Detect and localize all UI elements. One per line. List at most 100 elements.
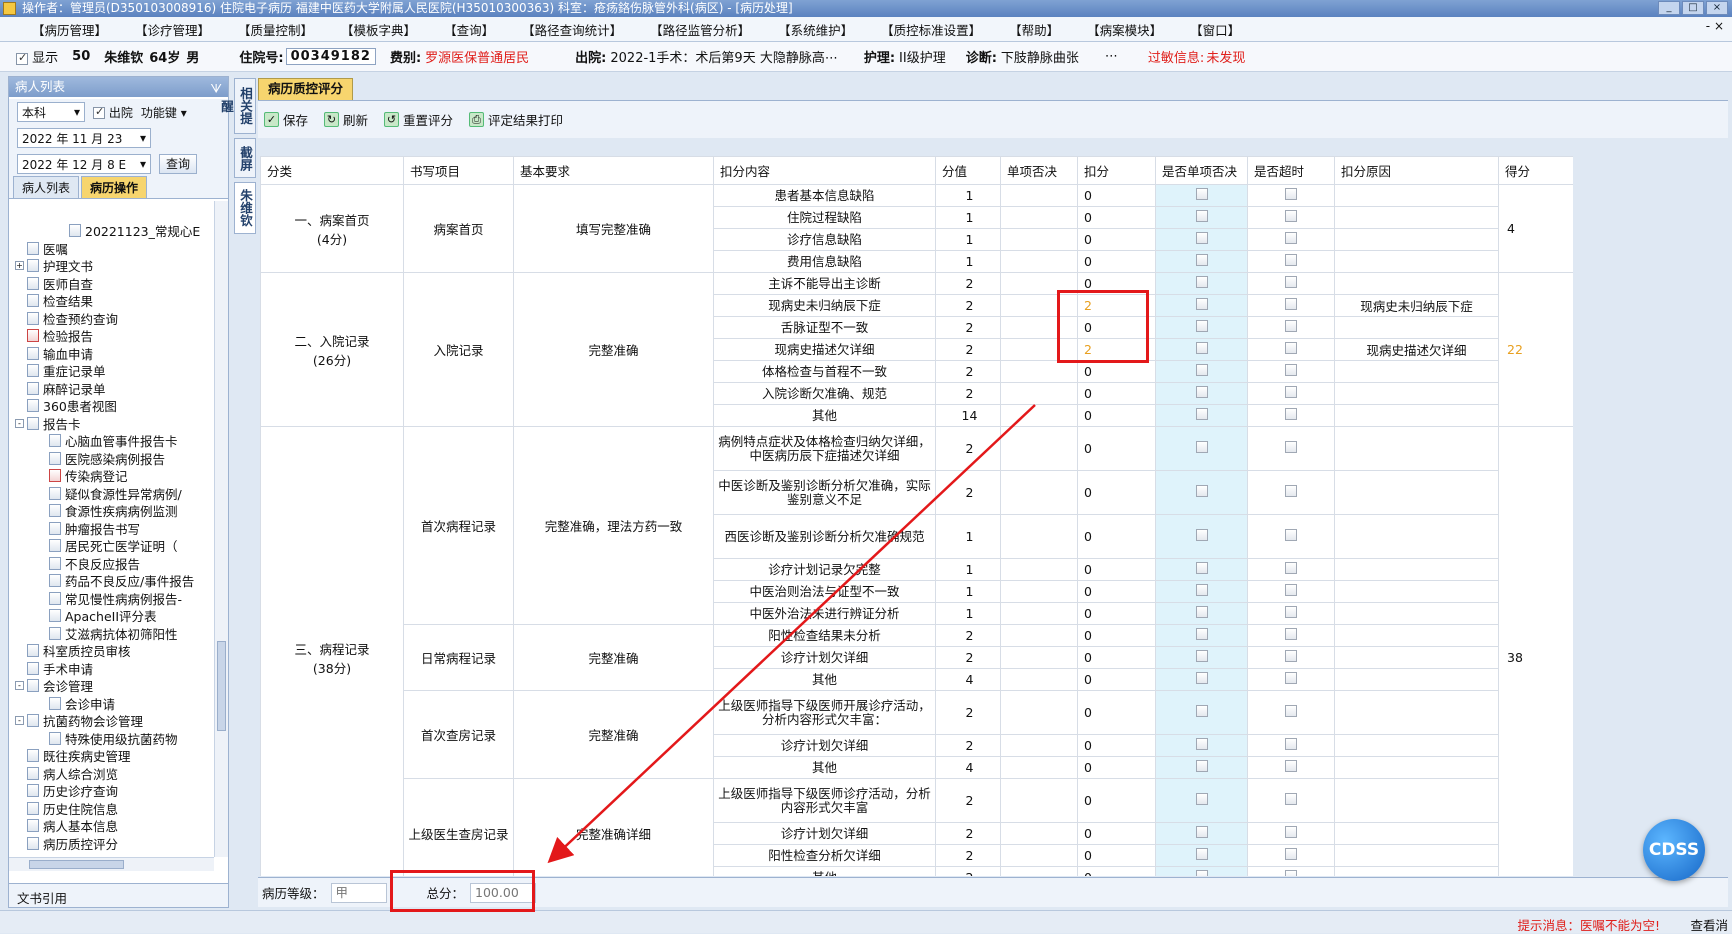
tree-vertical-scrollbar[interactable] — [214, 201, 228, 857]
veto-checkbox[interactable] — [1195, 364, 1208, 376]
tree-node[interactable]: 检查结果 — [9, 292, 219, 310]
tree-node[interactable]: 特殊使用级抗菌药物 — [9, 730, 219, 748]
veto-checkbox[interactable] — [1195, 210, 1208, 222]
menu-item[interactable]: 【窗口】 — [1176, 20, 1254, 39]
deduction-reason[interactable] — [1334, 316, 1499, 339]
tree-node[interactable]: 检验报告 — [9, 327, 219, 345]
veto-checkbox[interactable] — [1195, 584, 1208, 596]
veto-checkbox[interactable] — [1195, 276, 1208, 288]
veto-checkbox[interactable] — [1195, 628, 1208, 640]
veto-checkbox[interactable] — [1195, 320, 1208, 332]
pin-icon[interactable]: ᗐ — [210, 79, 222, 99]
deduction-input[interactable]: 0 — [1077, 602, 1156, 625]
overtime-checkbox[interactable] — [1285, 650, 1297, 662]
overtime-checkbox[interactable] — [1285, 342, 1297, 354]
deduction-reason[interactable] — [1334, 756, 1499, 779]
dept-select[interactable]: 本科 ▾ — [17, 102, 85, 122]
veto-checkbox[interactable] — [1195, 485, 1208, 497]
veto-checkbox[interactable] — [1195, 705, 1208, 717]
discharge-filter[interactable]: 出院 — [93, 104, 133, 121]
tree-node[interactable]: 医嘱 — [9, 240, 219, 258]
reset-score-button[interactable]: ↺ 重置评分 — [384, 110, 453, 129]
tree-node[interactable]: 病人综合浏览 — [9, 765, 219, 783]
maximize-button[interactable]: □ — [1682, 1, 1704, 15]
overtime-checkbox[interactable] — [1285, 320, 1297, 332]
tree-node[interactable]: 20221123_常规心E — [9, 222, 219, 240]
tree-node[interactable]: 常见慢性病病例报告- — [9, 590, 219, 608]
deduction-reason[interactable] — [1334, 250, 1499, 273]
tree-node[interactable]: 360患者视图 — [9, 397, 219, 415]
tree-node[interactable]: 历史诊疗查询 — [9, 782, 219, 800]
tab-qc-scoring[interactable]: 病历质控评分 — [258, 78, 353, 100]
veto-checkbox[interactable] — [1195, 232, 1208, 244]
deduction-input[interactable]: 0 — [1077, 646, 1156, 669]
tree-node[interactable]: 检查预约查询 — [9, 310, 219, 328]
deduction-input[interactable]: 0 — [1077, 470, 1156, 515]
tree-node[interactable]: - 报告卡 — [9, 415, 219, 433]
grade-field[interactable]: 甲 — [330, 882, 387, 903]
deduction-input[interactable]: 0 — [1077, 778, 1156, 823]
discharge-checkbox[interactable] — [93, 105, 105, 119]
menu-item[interactable]: 【质量控制】 — [224, 20, 327, 39]
deduction-reason[interactable] — [1334, 646, 1499, 669]
deduction-reason[interactable] — [1334, 844, 1499, 867]
doc-reference[interactable]: 文书引用 — [9, 883, 228, 907]
menu-item[interactable]: 【病历管理】 — [18, 20, 121, 39]
veto-checkbox[interactable] — [1195, 386, 1208, 398]
tree-node[interactable]: 会诊申请 — [9, 695, 219, 713]
veto-checkbox[interactable] — [1195, 529, 1208, 541]
menu-item[interactable]: 【路径查询统计】 — [508, 20, 636, 39]
tree-node[interactable]: - 会诊管理 — [9, 677, 219, 695]
deduction-input[interactable]: 0 — [1077, 690, 1156, 735]
deduction-input[interactable]: 0 — [1077, 580, 1156, 603]
tree-node[interactable]: 肿瘤报告书写 — [9, 520, 219, 538]
print-result-button[interactable]: ⎙ 评定结果打印 — [469, 110, 563, 129]
deduction-input[interactable]: 0 — [1077, 426, 1156, 471]
deduction-reason[interactable]: 现病史描述欠详细 — [1334, 338, 1499, 361]
deduction-reason[interactable] — [1334, 778, 1499, 823]
deduction-reason[interactable] — [1334, 470, 1499, 515]
deduction-input[interactable]: 0 — [1077, 360, 1156, 383]
deduction-reason[interactable] — [1334, 382, 1499, 405]
deduction-input[interactable]: 0 — [1077, 822, 1156, 845]
deduction-reason[interactable] — [1334, 668, 1499, 691]
menu-item[interactable]: 【路径监管分析】 — [636, 20, 764, 39]
overtime-checkbox[interactable] — [1285, 826, 1297, 838]
tree-node[interactable]: 重症记录单 — [9, 362, 219, 380]
overtime-checkbox[interactable] — [1285, 562, 1297, 574]
overtime-checkbox[interactable] — [1285, 232, 1297, 244]
menu-item[interactable]: 【病案模块】 — [1073, 20, 1176, 39]
tree-node[interactable]: 居民死亡医学证明（ — [9, 537, 219, 555]
deduction-reason[interactable]: 现病史未归纳辰下症 — [1334, 294, 1499, 317]
veto-checkbox[interactable] — [1195, 298, 1208, 310]
overtime-checkbox[interactable] — [1285, 848, 1297, 860]
date-to-picker[interactable]: 2022 年 12 月 8 E ▾ — [17, 154, 151, 174]
deduction-reason[interactable] — [1334, 426, 1499, 471]
tree-node[interactable]: ApacheII评分表 — [9, 607, 219, 625]
overtime-checkbox[interactable] — [1285, 628, 1297, 640]
tree-node[interactable]: + 护理文书 — [9, 257, 219, 275]
deduction-input[interactable]: 0 — [1077, 228, 1156, 251]
veto-checkbox[interactable] — [1195, 562, 1208, 574]
show-toggle[interactable]: 显示 — [16, 47, 58, 66]
deduction-input[interactable]: 0 — [1077, 624, 1156, 647]
tree-node[interactable]: 药品不良反应/事件报告 — [9, 572, 219, 590]
veto-checkbox[interactable] — [1195, 672, 1208, 684]
refresh-button[interactable]: ↻ 刷新 — [324, 110, 368, 129]
menu-item[interactable]: 【查询】 — [430, 20, 508, 39]
scrollbar-thumb[interactable] — [217, 641, 226, 731]
veto-checkbox[interactable] — [1195, 826, 1208, 838]
deduction-reason[interactable] — [1334, 734, 1499, 757]
expand-icon[interactable]: + — [15, 261, 24, 271]
side-tab-patient[interactable]: 朱维钦 — [234, 182, 256, 234]
more-button[interactable]: ⋯ — [1105, 49, 1118, 64]
deduction-reason[interactable] — [1334, 514, 1499, 559]
status-view-more[interactable]: 查看消 — [1690, 915, 1728, 934]
deduction-input[interactable]: 0 — [1077, 668, 1156, 691]
deduction-reason[interactable] — [1334, 690, 1499, 735]
overtime-checkbox[interactable] — [1285, 254, 1297, 266]
menu-item[interactable]: 【模板字典】 — [327, 20, 430, 39]
overtime-checkbox[interactable] — [1285, 298, 1297, 310]
deduction-reason[interactable] — [1334, 580, 1499, 603]
tree-node[interactable]: 科室质控员审核 — [9, 642, 219, 660]
